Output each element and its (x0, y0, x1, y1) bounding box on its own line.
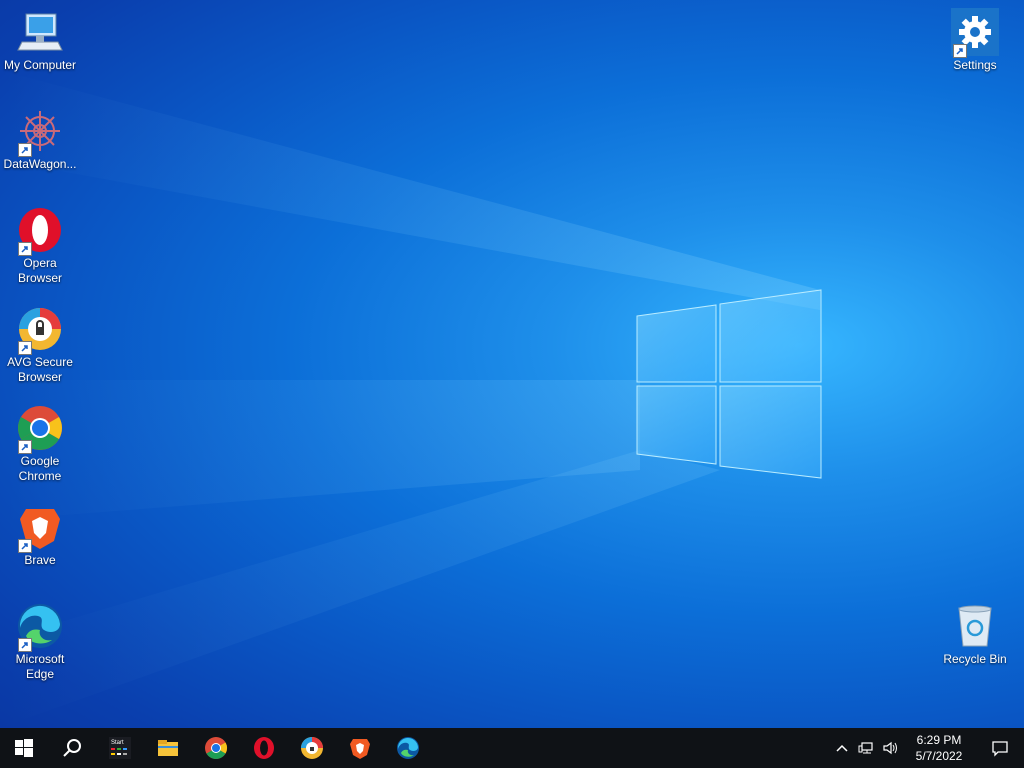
volume-tray-button[interactable] (878, 728, 902, 768)
shortcut-arrow-icon (18, 440, 32, 454)
taskbar-clock[interactable]: 6:29 PM 5/7/2022 (902, 732, 976, 764)
action-center-button[interactable] (976, 728, 1024, 768)
wallpaper-light-beams (0, 70, 822, 728)
desktop-icon-label: My Computer (3, 58, 77, 72)
opera-icon (254, 737, 274, 759)
start-button[interactable] (0, 728, 48, 768)
recycle-bin-icon (951, 602, 999, 650)
search-icon (63, 739, 81, 757)
taskbar-app-chrome[interactable] (192, 728, 240, 768)
desktop-icon-label: Recycle Bin (943, 652, 1007, 666)
desktop-icon-brave[interactable]: Brave (0, 503, 80, 568)
desktop-icon-avg-secure-browser[interactable]: AVG Secure Browser (0, 305, 80, 385)
desktop-icon-label: Opera Browser (17, 256, 62, 285)
desktop-icon-datawagon[interactable]: DataWagon... (0, 107, 80, 172)
settings-gear-icon (951, 8, 999, 58)
shortcut-arrow-icon (18, 638, 32, 652)
taskbar-app-opera[interactable] (240, 728, 288, 768)
taskbar-search-button[interactable] (48, 728, 96, 768)
taskbar-app-brave[interactable] (336, 728, 384, 768)
taskbar-app-edge[interactable] (384, 728, 432, 768)
start-app-icon: Start (109, 737, 131, 759)
svg-text:Start: Start (111, 740, 124, 746)
shortcut-arrow-icon (18, 143, 32, 157)
opera-icon (16, 206, 64, 256)
edge-icon (16, 602, 64, 652)
avg-browser-icon (16, 305, 64, 355)
system-tray: 6:29 PM 5/7/2022 (830, 728, 1024, 768)
avg-browser-icon (301, 737, 323, 759)
desktop-icon-microsoft-edge[interactable]: Microsoft Edge (0, 602, 80, 682)
notification-icon (992, 741, 1008, 757)
speaker-icon (883, 741, 897, 755)
shortcut-arrow-icon (18, 341, 32, 355)
computer-icon (16, 8, 64, 56)
desktop-icon-settings[interactable]: Settings (935, 8, 1015, 73)
shortcut-arrow-icon (953, 44, 967, 58)
chrome-icon (16, 404, 64, 454)
chevron-up-icon (836, 744, 848, 752)
desktop-icon-label: DataWagon... (3, 157, 77, 171)
desktop-wallpaper (0, 0, 1024, 728)
brave-icon (350, 739, 370, 759)
desktop-icon-label: Microsoft Edge (15, 652, 65, 681)
desktop-icon-label: Settings (953, 58, 997, 72)
shortcut-arrow-icon (18, 242, 32, 256)
clock-date: 5/7/2022 (915, 749, 963, 763)
windows-logo-icon (15, 739, 33, 757)
taskbar-app-avg-secure-browser[interactable] (288, 728, 336, 768)
taskbar-app-file-explorer[interactable] (144, 728, 192, 768)
desktop-icon-google-chrome[interactable]: Google Chrome (0, 404, 80, 484)
desktop-icon-label: Brave (24, 553, 56, 567)
network-icon (858, 742, 873, 754)
desktop-icon-my-computer[interactable]: My Computer (0, 8, 80, 73)
clock-time: 6:29 PM (916, 733, 962, 747)
datawagon-icon (16, 107, 64, 157)
file-explorer-icon (158, 740, 178, 756)
desktop-icon-recycle-bin[interactable]: Recycle Bin (935, 602, 1015, 667)
network-tray-button[interactable] (854, 728, 878, 768)
brave-icon (16, 503, 64, 553)
chrome-icon (205, 737, 227, 759)
show-hidden-icons-button[interactable] (830, 728, 854, 768)
desktop-icon-label: AVG Secure Browser (7, 355, 73, 384)
taskbar: Start 6:29 PM 5/7/2022 (0, 728, 1024, 768)
taskbar-app-start[interactable]: Start (96, 728, 144, 768)
desktop-icon-opera[interactable]: Opera Browser (0, 206, 80, 286)
desktop-icon-label: Google Chrome (18, 454, 62, 483)
shortcut-arrow-icon (18, 539, 32, 553)
edge-icon (397, 737, 419, 759)
